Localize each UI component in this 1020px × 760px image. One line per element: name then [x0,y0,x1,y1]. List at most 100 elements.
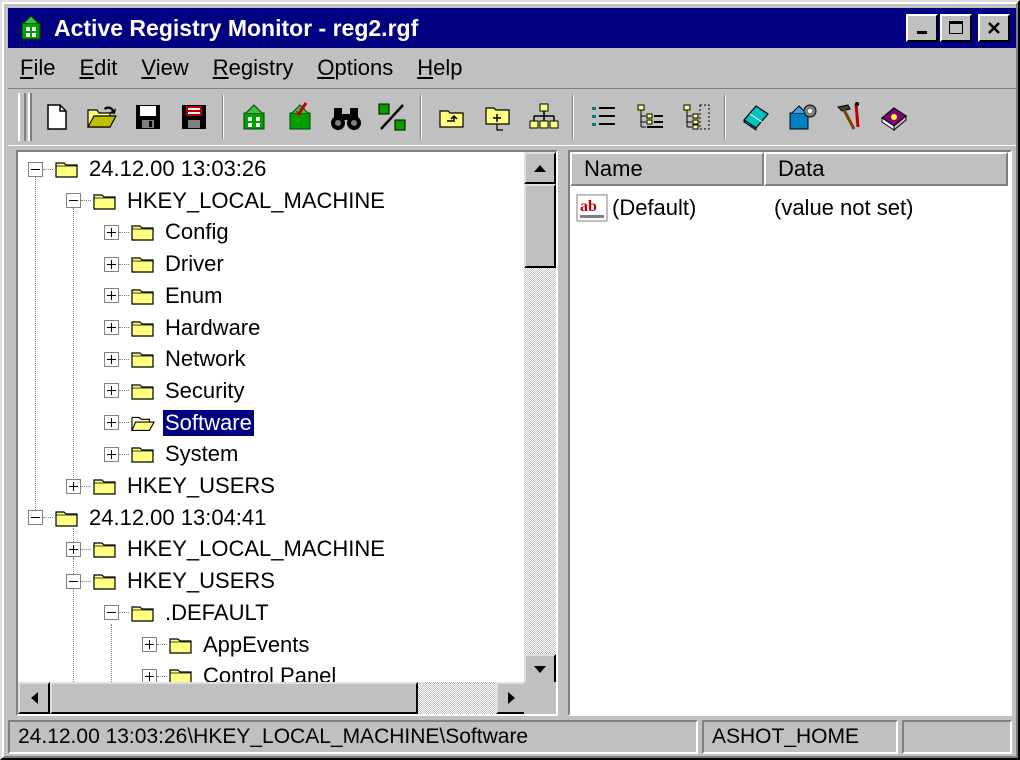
tree-node[interactable]: .DEFAULT [104,598,271,628]
tree-expand-icon [683,104,710,130]
tree-node[interactable]: HKEY_LOCAL_MACHINE [66,534,387,564]
tree-node-label: Config [165,219,229,245]
expand-plus-icon[interactable] [66,478,81,494]
column-header-data[interactable]: Data [764,152,1008,186]
tools-button[interactable] [826,95,870,139]
tree-connector [157,675,167,677]
find-button[interactable] [324,95,368,139]
collapse-minus-icon[interactable] [66,573,81,589]
menu-help[interactable]: Help [405,55,474,81]
expand-plus-icon[interactable] [104,224,119,240]
tree-node-label: 24.12.00 13:04:41 [89,504,267,530]
expand-plus-icon[interactable] [104,415,119,431]
tree-node[interactable]: 24.12.00 13:03:26 [28,154,268,184]
column-header-name[interactable]: Name [570,152,764,186]
toolbar-grip-secondary [28,93,32,141]
expand-plus-icon[interactable] [104,383,119,399]
scrollbar-corner [524,682,556,714]
tree-node[interactable]: AppEvents [142,630,311,660]
tree-node-label: HKEY_LOCAL_MACHINE [127,536,385,562]
tree-connector [119,231,129,233]
registry-tree-pane[interactable]: 24.12.00 13:03:26 HKEY_LOCAL_MACHINE Confi… [16,150,558,716]
expand-view-button[interactable] [674,95,718,139]
tree-node[interactable]: Network [104,344,248,374]
window-frame: Active Registry Monitor - reg2.rgf File … [2,2,1018,758]
toolbar-grip[interactable] [18,93,26,141]
values-list-pane[interactable]: Name Data ab (Default) (value not set) [568,150,1012,716]
scroll-left-button[interactable] [18,682,50,714]
scroll-up-button[interactable] [524,152,556,184]
menu-registry[interactable]: Registry [201,55,306,81]
tree-horizontal-scroll-thumb[interactable] [50,682,418,714]
tree-node[interactable]: Enum [104,281,224,311]
tree-node[interactable]: Driver [104,249,226,279]
list-item[interactable]: ab (Default) (value not set) [576,192,913,224]
value-name: (Default) [612,195,697,220]
tree-vertical-scrollbar[interactable] [524,152,556,686]
new-key-button[interactable] [476,95,520,139]
tree-node[interactable]: Security [104,376,246,406]
help-book-icon [880,107,908,132]
up-level-button[interactable] [430,95,474,139]
compare-button[interactable] [370,95,414,139]
tree-vertical-scroll-thumb[interactable] [524,184,556,268]
minimize-button[interactable] [906,14,938,42]
folder-icon [131,384,154,400]
erase-button[interactable] [734,95,778,139]
expand-plus-icon[interactable] [104,446,119,462]
save-button[interactable] [126,95,170,139]
menu-file[interactable]: File [8,55,67,81]
menu-view[interactable]: View [129,55,200,81]
expand-plus-icon[interactable] [104,256,119,272]
tree-node[interactable]: HKEY_USERS [66,471,277,501]
tree-node[interactable]: HKEY_LOCAL_MACHINE [66,186,387,216]
folder-icon [131,257,154,273]
menu-options[interactable]: Options [305,55,405,81]
registry-app-icon[interactable] [14,11,48,45]
tree-node[interactable]: Software [104,408,255,438]
registry-gear-icon [789,104,817,130]
tree-horizontal-scrollbar[interactable] [18,682,528,714]
collapse-minus-icon[interactable] [66,193,81,209]
new-button[interactable] [34,95,78,139]
tree-connector [119,358,129,360]
collapse-minus-icon[interactable] [28,161,43,177]
save-report-button[interactable] [172,95,216,139]
tree-connector [81,200,91,202]
tree-node[interactable]: 24.12.00 13:04:41 [28,503,268,533]
expand-plus-icon[interactable] [104,351,119,367]
help-button[interactable] [872,95,916,139]
details-view-button[interactable] [628,95,672,139]
snapshot-button[interactable] [232,95,276,139]
tree-view-button[interactable] [522,95,566,139]
close-button[interactable] [978,14,1010,42]
title-bar[interactable]: Active Registry Monitor - reg2.rgf [8,8,1016,48]
expand-plus-icon[interactable] [142,637,157,652]
menu-edit[interactable]: Edit [67,55,129,81]
expand-plus-icon[interactable] [66,541,81,557]
folder-icon [93,479,116,495]
pane-splitter[interactable] [560,150,568,716]
tree-node[interactable]: Config [104,217,231,247]
settings-button[interactable] [780,95,824,139]
tree-node[interactable]: System [104,439,240,469]
value-data: (value not set) [774,195,914,220]
tree-connector [73,208,74,480]
list-view-button[interactable] [582,95,626,139]
tree-node[interactable]: HKEY_USERS [66,566,277,596]
folder-icon [131,606,154,622]
expand-plus-icon[interactable] [104,320,119,335]
folder-icon [55,511,78,527]
maximize-button[interactable] [940,14,972,42]
tree-node[interactable]: Hardware [104,313,262,343]
open-button[interactable] [80,95,124,139]
toolbar-separator [222,95,224,139]
collapse-minus-icon[interactable] [28,510,43,526]
expand-plus-icon[interactable] [104,288,119,304]
status-bar: 24.12.00 13:03:26\HKEY_LOCAL_MACHINE\Sof… [8,720,1016,756]
tree-connector [119,612,129,614]
collapse-minus-icon[interactable] [104,605,119,621]
toolbar-separator-3 [572,95,574,139]
string-value-icon: ab [576,194,608,222]
restore-button[interactable] [278,95,322,139]
